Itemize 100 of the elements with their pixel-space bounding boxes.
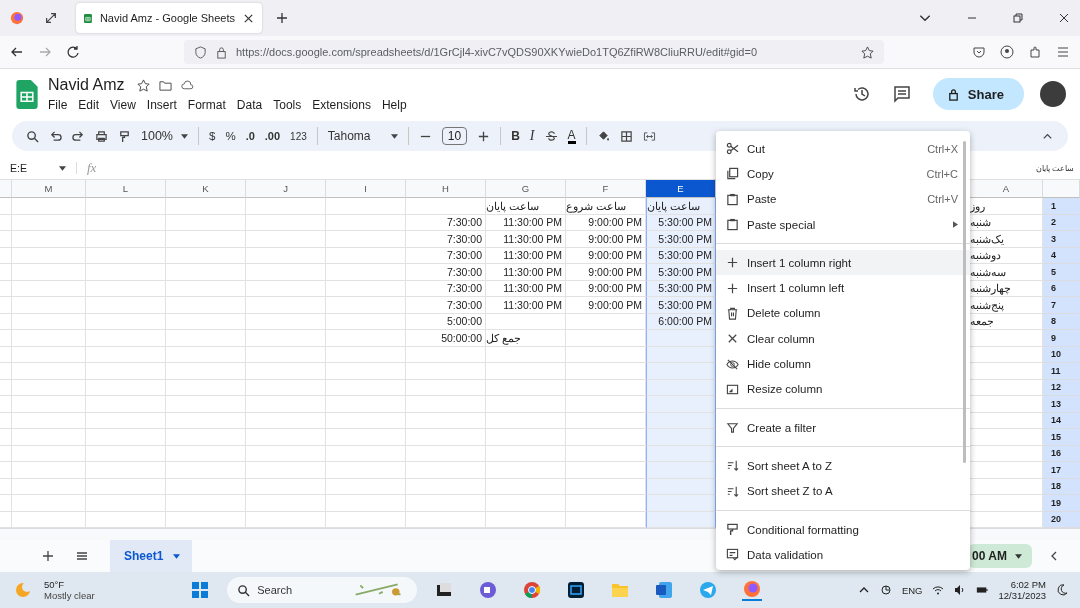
increase-decimal-button[interactable]: .00 xyxy=(264,130,281,142)
table-cell[interactable] xyxy=(646,495,716,512)
browser-logo-icon[interactable] xyxy=(742,579,763,601)
clock-date[interactable]: 12/31/2023 xyxy=(998,590,1046,601)
sheets-logo-icon[interactable] xyxy=(16,79,38,109)
context-menu-item[interactable]: Copy Ctrl+C xyxy=(716,161,970,187)
expand-icon[interactable] xyxy=(44,11,58,25)
browser-logo-icon[interactable] xyxy=(10,11,24,25)
folder-icon[interactable] xyxy=(159,78,173,92)
table-cell[interactable]: 7:30:00 xyxy=(406,214,486,231)
paper-plane-icon[interactable] xyxy=(698,580,719,600)
strikethrough-icon[interactable] xyxy=(544,129,558,143)
font-dropdown[interactable]: Tahoma xyxy=(327,129,398,143)
chrome-icon[interactable] xyxy=(522,580,543,600)
undo-icon[interactable] xyxy=(49,129,62,143)
moon-icon[interactable] xyxy=(1056,584,1068,596)
star-icon[interactable] xyxy=(137,78,151,92)
name-box[interactable]: E:E xyxy=(10,162,77,174)
context-menu-item[interactable]: Insert 1 column right xyxy=(716,250,970,276)
explore-badge[interactable]: 00 AM xyxy=(968,544,1032,568)
table-cell[interactable]: 5:00:00 xyxy=(406,313,486,330)
menu-item[interactable]: Edit xyxy=(78,98,100,112)
menu-item[interactable]: Insert xyxy=(146,98,177,112)
restore-icon[interactable] xyxy=(1012,12,1024,24)
cloud-icon[interactable] xyxy=(181,78,195,92)
table-cell[interactable]: 5:30:00 PM xyxy=(646,231,716,248)
table-cell[interactable]: 11:30:00 PM xyxy=(486,231,566,248)
share-button[interactable]: Share xyxy=(932,78,1024,110)
context-menu-item[interactable]: Sort sheet A to Z xyxy=(716,453,970,479)
percent-button[interactable]: % xyxy=(225,130,236,142)
context-menu-item[interactable]: Paste Ctrl+V xyxy=(716,186,970,212)
table-cell[interactable] xyxy=(646,363,716,380)
search-icon[interactable] xyxy=(26,129,39,143)
select-all-corner[interactable] xyxy=(1043,180,1080,198)
row-number[interactable]: 13 xyxy=(1043,396,1080,413)
context-menu-item[interactable]: Conditional formatting xyxy=(716,516,970,543)
account-icon[interactable] xyxy=(1000,45,1014,59)
currency-button[interactable]: $ xyxy=(209,130,216,142)
table-cell[interactable] xyxy=(646,462,716,479)
back-icon[interactable] xyxy=(10,45,24,59)
photo-editor-icon[interactable] xyxy=(566,580,587,600)
redo-icon[interactable] xyxy=(72,129,85,143)
row-number[interactable]: 19 xyxy=(1043,495,1080,512)
column-header[interactable]: I xyxy=(326,180,406,198)
row-number[interactable]: 1 xyxy=(1043,198,1080,215)
sync-icon[interactable] xyxy=(879,584,892,596)
table-cell[interactable]: 11:30:00 PM xyxy=(486,297,566,314)
italic-button[interactable]: I xyxy=(529,128,535,144)
context-menu-item[interactable]: Data validation xyxy=(716,542,970,568)
battery-icon[interactable] xyxy=(976,584,989,596)
table-cell[interactable]: 11:30:00 PM xyxy=(486,280,566,297)
address-bar[interactable]: https://docs.google.com/spreadsheets/d/1GrCjl4-xivC7vQDS90XKYwieDo1TQ6ZfiRW8CliuRRU/edit#gid=0 xyxy=(184,40,884,64)
context-menu-item[interactable]: Paste special xyxy=(716,211,970,238)
close-icon[interactable] xyxy=(1058,12,1070,24)
menu-icon[interactable] xyxy=(1056,45,1070,59)
menu-item[interactable]: Help xyxy=(381,98,407,112)
table-cell[interactable]: 11:30:00 PM xyxy=(486,264,566,281)
language-indicator[interactable]: ENG xyxy=(901,584,923,596)
table-cell[interactable]: 50:00:00 xyxy=(406,330,486,347)
table-cell[interactable] xyxy=(646,330,716,347)
context-menu-item[interactable]: Cut Ctrl+X xyxy=(716,136,970,162)
list-icon[interactable] xyxy=(76,550,88,562)
wifi-icon[interactable] xyxy=(932,584,945,596)
history-icon[interactable] xyxy=(852,85,871,103)
sheet-tab[interactable]: Sheet1 xyxy=(110,540,193,572)
menu-item[interactable]: View xyxy=(110,98,136,112)
table-cell[interactable] xyxy=(646,396,716,413)
context-menu-item[interactable]: Create a filter xyxy=(716,414,970,441)
column-header[interactable]: H xyxy=(406,180,486,198)
column-header[interactable]: G xyxy=(486,180,566,198)
bold-button[interactable]: B xyxy=(511,129,520,143)
text-color-button[interactable]: A xyxy=(567,128,576,144)
column-header[interactable]: F xyxy=(566,180,646,198)
word-processor-icon[interactable] xyxy=(654,580,675,600)
table-cell[interactable]: 7:30:00 xyxy=(406,247,486,264)
table-cell[interactable]: ساعت پایان xyxy=(646,198,716,215)
forward-icon[interactable] xyxy=(38,45,52,59)
start-icon[interactable] xyxy=(190,580,211,600)
column-header[interactable]: K xyxy=(166,180,246,198)
table-cell[interactable]: 11:30:00 PM xyxy=(486,247,566,264)
row-number[interactable]: 7 xyxy=(1043,297,1080,314)
clock-time[interactable]: 6:02 PM xyxy=(1010,579,1046,590)
extensions-icon[interactable] xyxy=(1028,45,1042,59)
row-number[interactable]: 3 xyxy=(1043,231,1080,248)
number-format-button[interactable]: 123 xyxy=(290,130,307,142)
search-field[interactable]: Search xyxy=(227,577,418,603)
menu-item[interactable]: Format xyxy=(187,98,226,112)
column-header[interactable]: M xyxy=(12,180,86,198)
row-number[interactable]: 9 xyxy=(1043,330,1080,347)
add-sheet-icon[interactable] xyxy=(42,550,54,562)
context-menu-item[interactable]: Insert 1 column left xyxy=(716,275,970,301)
paint-roller-icon[interactable] xyxy=(118,129,131,143)
table-cell[interactable]: 7:30:00 xyxy=(406,297,486,314)
star-icon[interactable] xyxy=(861,45,874,59)
column-header[interactable]: L xyxy=(86,180,166,198)
menu-item[interactable]: Extensions xyxy=(312,98,371,112)
context-menu-item[interactable]: Resize column xyxy=(716,376,970,402)
plus-icon[interactable] xyxy=(477,129,491,143)
avatar[interactable] xyxy=(1040,81,1066,107)
column-header[interactable]: A xyxy=(970,180,1043,198)
